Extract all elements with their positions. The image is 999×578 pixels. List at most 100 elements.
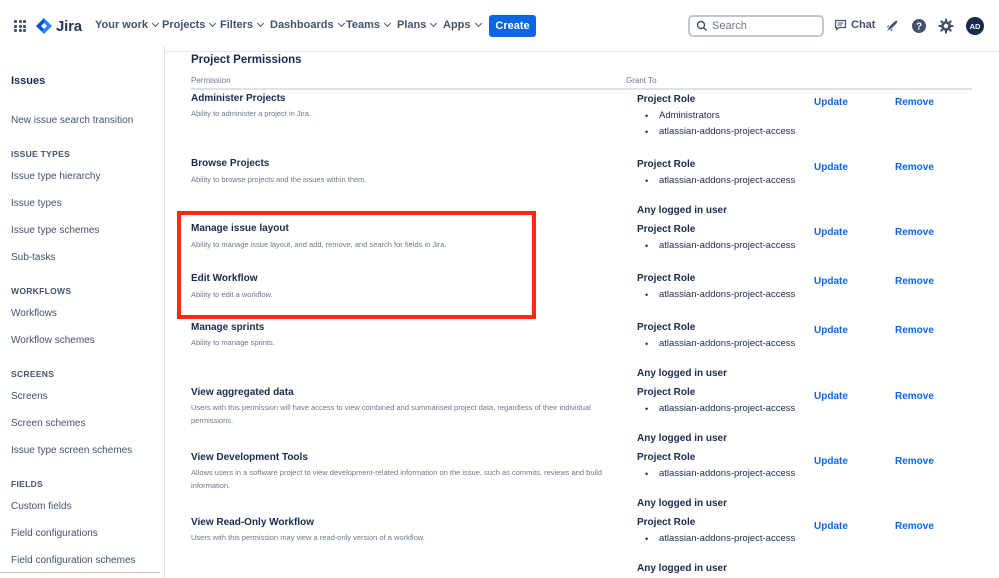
column-header-permission: Permission — [191, 76, 231, 85]
sidebar-item-sub-tasks[interactable]: Sub-tasks — [11, 252, 55, 263]
main-content: Project Permissions Permission Grant To … — [165, 46, 999, 578]
sidebar-item-workflow-schemes[interactable]: Workflow schemes — [11, 335, 95, 346]
sidebar-item-issue-type-schemes[interactable]: Issue type schemes — [11, 225, 99, 236]
grant-any-logged-in: Any logged in user — [637, 433, 728, 444]
jira-logo[interactable]: Jira — [36, 16, 82, 36]
notifications-icon[interactable] — [884, 18, 900, 34]
update-link[interactable]: Update — [814, 456, 848, 467]
sidebar-item-new-issue-search[interactable]: New issue search transition — [11, 115, 133, 126]
remove-link[interactable]: Remove — [895, 162, 934, 173]
sidebar-item-issue-type-hierarchy[interactable]: Issue type hierarchy — [11, 171, 101, 182]
remove-link[interactable]: Remove — [895, 456, 934, 467]
sidebar-title: Issues — [11, 75, 46, 87]
update-link[interactable]: Update — [814, 97, 848, 108]
page-title: Project Permissions — [191, 54, 302, 66]
grant-role-label: Project Role — [637, 273, 696, 284]
chevron-down-icon — [337, 19, 345, 28]
permission-name: Browse Projects — [191, 158, 270, 169]
nav-dashboards[interactable]: Dashboards — [270, 19, 345, 31]
chevron-down-icon — [256, 19, 265, 28]
remove-link[interactable]: Remove — [895, 276, 934, 287]
grant-item: Administrators — [645, 109, 799, 123]
grant-item: atlassian-addons-project-access — [645, 288, 799, 302]
update-link[interactable]: Update — [814, 521, 848, 532]
nav-teams[interactable]: Teams — [346, 19, 392, 31]
grant-item: atlassian-addons-project-access — [645, 337, 799, 351]
app-switcher-icon[interactable] — [14, 20, 26, 32]
settings-gear-icon[interactable] — [938, 18, 954, 34]
chevron-down-icon — [384, 19, 392, 28]
permission-name: View aggregated data — [191, 387, 294, 398]
permission-name: Manage sprints — [191, 322, 265, 333]
nav-projects[interactable]: Projects — [162, 19, 217, 31]
sidebar-section-issue-types: ISSUE TYPES — [11, 149, 71, 159]
grant-any-logged-in: Any logged in user — [637, 498, 728, 509]
sidebar-item-field-configuration-schemes[interactable]: Field configuration schemes — [11, 555, 136, 566]
grant-role-label: Project Role — [637, 452, 696, 463]
grant-role-label: Project Role — [637, 387, 696, 398]
search-icon — [696, 20, 707, 31]
sidebar-item-screens[interactable]: Screens — [11, 391, 48, 402]
grant-any-logged-in: Any logged in user — [637, 205, 728, 216]
sidebar-item-issue-types[interactable]: Issue types — [11, 198, 62, 209]
grant-any-logged-in: Any logged in user — [637, 563, 728, 574]
chat-button[interactable]: Chat — [834, 19, 875, 31]
chevron-down-icon — [474, 19, 482, 28]
chevron-down-icon — [151, 19, 160, 28]
permission-description: Ability to manage sprints. — [191, 338, 275, 347]
grant-item: atlassian-addons-project-access — [645, 174, 799, 188]
search-field[interactable] — [688, 15, 824, 37]
remove-link[interactable]: Remove — [895, 227, 934, 238]
sidebar-divider — [0, 572, 160, 573]
permission-description: Ability to administer a project in Jira. — [191, 109, 312, 118]
update-link[interactable]: Update — [814, 162, 848, 173]
nav-your-work[interactable]: Your work — [95, 19, 160, 31]
permission-description: Users with this permission will have acc… — [191, 403, 591, 425]
nav-filters[interactable]: Filters — [220, 19, 265, 31]
grant-item: atlassian-addons-project-access — [645, 239, 799, 253]
permission-description: Users with this permission may view a re… — [191, 533, 425, 542]
sidebar-item-workflows[interactable]: Workflows — [11, 308, 57, 319]
svg-text:?: ? — [916, 22, 922, 33]
nav-plans[interactable]: Plans — [397, 19, 438, 31]
update-link[interactable]: Update — [814, 276, 848, 287]
grant-item: atlassian-addons-project-access — [645, 467, 799, 481]
create-button[interactable]: Create — [489, 15, 536, 37]
top-navigation: Jira Your work Projects Filters Dashboar… — [0, 0, 999, 52]
table-header-divider — [191, 88, 972, 90]
permission-description: Ability to browse projects and the issue… — [191, 175, 367, 184]
grant-item: atlassian-addons-project-access — [645, 402, 799, 416]
sidebar-section-screens: SCREENS — [11, 369, 55, 379]
remove-link[interactable]: Remove — [895, 97, 934, 108]
chevron-down-icon — [209, 19, 217, 28]
update-link[interactable]: Update — [814, 391, 848, 402]
remove-link[interactable]: Remove — [895, 325, 934, 336]
help-icon[interactable]: ? — [911, 18, 927, 34]
grant-item: atlassian-addons-project-access — [645, 532, 799, 546]
update-link[interactable]: Update — [814, 227, 848, 238]
chat-icon — [834, 19, 847, 31]
grant-role-label: Project Role — [637, 94, 696, 105]
sidebar: Issues New issue search transition ISSUE… — [0, 46, 165, 578]
grant-item: atlassian-addons-project-access — [645, 125, 799, 139]
nav-apps[interactable]: Apps — [443, 19, 482, 31]
sidebar-item-issue-type-screen-schemes[interactable]: Issue type screen schemes — [11, 445, 132, 456]
update-link[interactable]: Update — [814, 325, 848, 336]
grant-role-label: Project Role — [637, 224, 696, 235]
remove-link[interactable]: Remove — [895, 521, 934, 532]
jira-logo-icon — [36, 18, 52, 34]
sidebar-section-workflows: WORKFLOWS — [11, 286, 72, 296]
grant-role-label: Project Role — [637, 322, 696, 333]
sidebar-item-screen-schemes[interactable]: Screen schemes — [11, 418, 85, 429]
chevron-down-icon — [430, 19, 438, 28]
user-avatar[interactable]: AD — [966, 17, 984, 35]
highlight-annotation-box — [177, 211, 536, 319]
sidebar-item-custom-fields[interactable]: Custom fields — [11, 501, 72, 512]
sidebar-section-fields: FIELDS — [11, 479, 44, 489]
remove-link[interactable]: Remove — [895, 391, 934, 402]
search-input[interactable] — [712, 20, 812, 32]
sidebar-item-field-configurations[interactable]: Field configurations — [11, 528, 98, 539]
jira-logo-text: Jira — [56, 17, 82, 35]
grant-role-label: Project Role — [637, 517, 696, 528]
grant-any-logged-in: Any logged in user — [637, 368, 728, 379]
